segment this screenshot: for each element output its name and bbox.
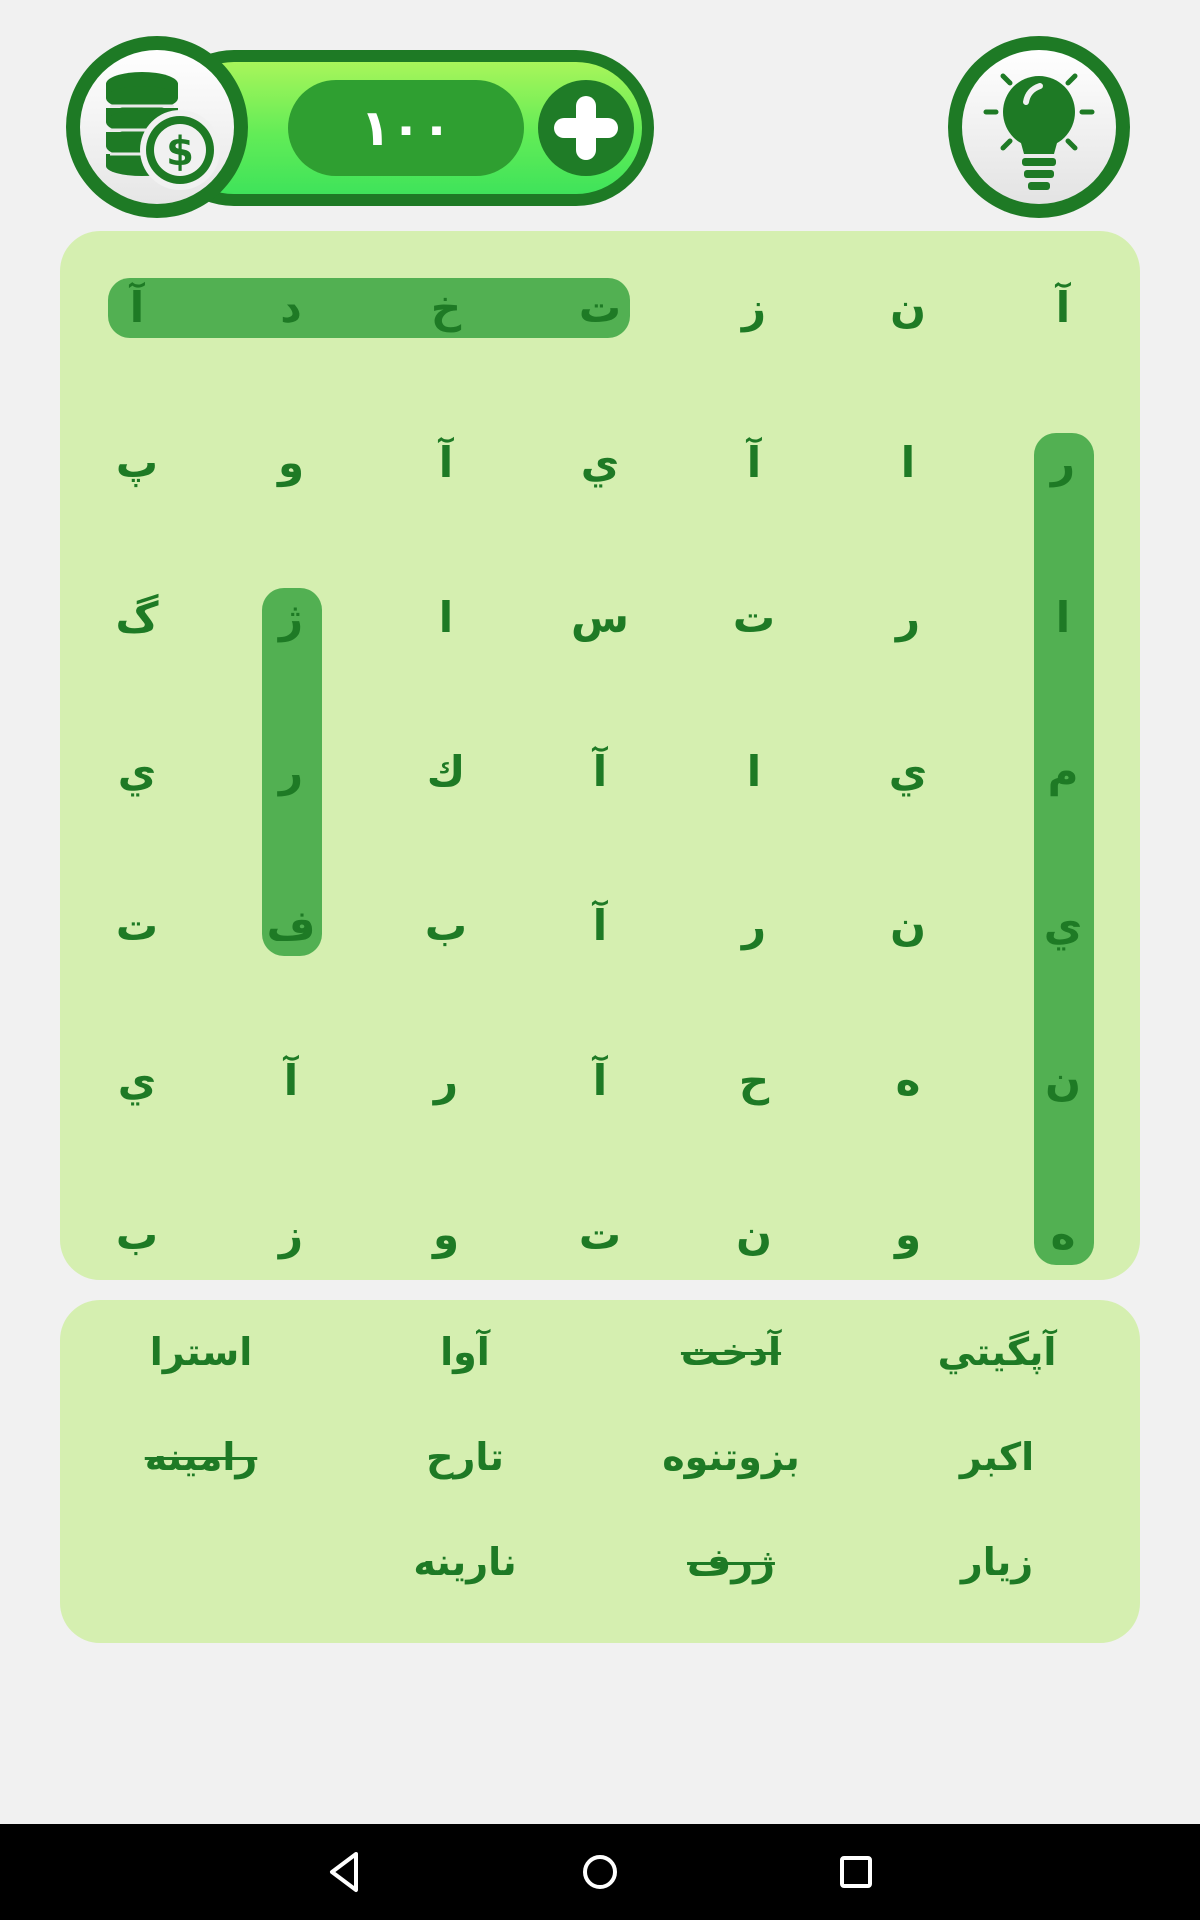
grid-cell[interactable]: ي (986, 848, 1140, 1002)
grid-cell[interactable]: ح (677, 1003, 831, 1157)
back-triangle-icon[interactable] (318, 1824, 370, 1920)
coin-count: ۱۰۰ (288, 80, 524, 176)
grid-cell[interactable]: ه (986, 1157, 1140, 1311)
hint-button[interactable] (948, 36, 1130, 218)
lightbulb-icon (983, 73, 1095, 190)
grid-cell[interactable]: ن (986, 1003, 1140, 1157)
system-nav-bar (0, 1824, 1200, 1920)
grid-cell[interactable]: آ (986, 230, 1140, 384)
grid-cell[interactable]: و (369, 1157, 523, 1311)
word-item: نارينه (413, 1540, 517, 1584)
grid-cell[interactable]: آ (523, 848, 677, 1002)
grid-cell[interactable]: ن (831, 848, 985, 1002)
grid-cell[interactable]: آ (523, 694, 677, 848)
grid-cell[interactable]: ت (677, 540, 831, 694)
grid-cell[interactable]: ا (369, 540, 523, 694)
grid-cell[interactable]: ا (986, 540, 1140, 694)
grid-cell[interactable]: آ (214, 1003, 368, 1157)
grid-cell[interactable]: ر (677, 848, 831, 1002)
grid-cell[interactable]: آ (369, 385, 523, 539)
grid-cell[interactable]: ف (214, 848, 368, 1002)
plus-icon (554, 96, 618, 160)
word-item: آپگيتي (937, 1330, 1057, 1374)
svg-text:$: $ (166, 129, 194, 175)
grid-cell[interactable]: ز (677, 230, 831, 384)
word-item: ژرف (687, 1540, 775, 1584)
grid-cell[interactable]: ي (831, 694, 985, 848)
grid-cell[interactable]: ن (677, 1157, 831, 1311)
grid-cell[interactable]: ك (369, 694, 523, 848)
grid-cell[interactable]: ژ (214, 540, 368, 694)
word-item: اكبر (959, 1435, 1035, 1479)
grid-cell[interactable]: آ (60, 230, 214, 384)
word-item: تارح (426, 1435, 504, 1479)
recents-square-icon[interactable] (830, 1824, 882, 1920)
grid-cell[interactable]: پ (60, 385, 214, 539)
letter-grid[interactable]: آنزتخدآراآيآوپارتساژگمياآكريينرآبفتنهحآر… (60, 231, 1140, 1280)
grid-cell[interactable]: ز (214, 1157, 368, 1311)
home-circle-icon[interactable] (574, 1824, 626, 1920)
grid-cell[interactable]: گ (60, 540, 214, 694)
grid-cell[interactable]: ر (831, 540, 985, 694)
grid-cell[interactable]: ر (369, 1003, 523, 1157)
word-item: رامينه (144, 1435, 258, 1479)
grid-cell[interactable]: ر (986, 385, 1140, 539)
coins-badge: $ (66, 36, 248, 218)
grid-cell[interactable]: س (523, 540, 677, 694)
grid-cell[interactable]: ت (60, 848, 214, 1002)
grid-cell[interactable]: ب (60, 1157, 214, 1311)
word-item: آوا (440, 1330, 490, 1374)
grid-cell[interactable]: م (986, 694, 1140, 848)
grid-cell[interactable]: ا (831, 385, 985, 539)
grid-cell[interactable]: ه (831, 1003, 985, 1157)
grid-cell[interactable]: آ (523, 1003, 677, 1157)
grid-cell[interactable]: ت (523, 1157, 677, 1311)
grid-cell[interactable]: د (214, 230, 368, 384)
grid-cell[interactable]: ي (60, 694, 214, 848)
word-item: زيار (960, 1540, 1034, 1584)
coin-bar: ۱۰۰ $ (66, 36, 654, 218)
grid-cell[interactable]: آ (677, 385, 831, 539)
coins-stack-icon: $ (106, 72, 220, 190)
word-item: آدخت (680, 1330, 782, 1374)
word-list: آپگيتي آدخت آوا استرا اكبر بزوتنوه تارح رامينه ز… (60, 1300, 1140, 1643)
grid-cell[interactable]: ت (523, 230, 677, 384)
grid-cell[interactable]: خ (369, 230, 523, 384)
grid-cell[interactable]: ا (677, 694, 831, 848)
grid-cell[interactable]: ي (523, 385, 677, 539)
word-item: استرا (149, 1330, 253, 1374)
grid-cell[interactable]: ي (60, 1003, 214, 1157)
grid-cell[interactable]: و (214, 385, 368, 539)
grid-cell[interactable]: و (831, 1157, 985, 1311)
grid-cell[interactable]: ن (831, 230, 985, 384)
grid-cell[interactable]: ب (369, 848, 523, 1002)
grid-cell[interactable]: ر (214, 694, 368, 848)
add-coins-button[interactable] (538, 80, 634, 176)
word-item: بزوتنوه (662, 1435, 800, 1479)
